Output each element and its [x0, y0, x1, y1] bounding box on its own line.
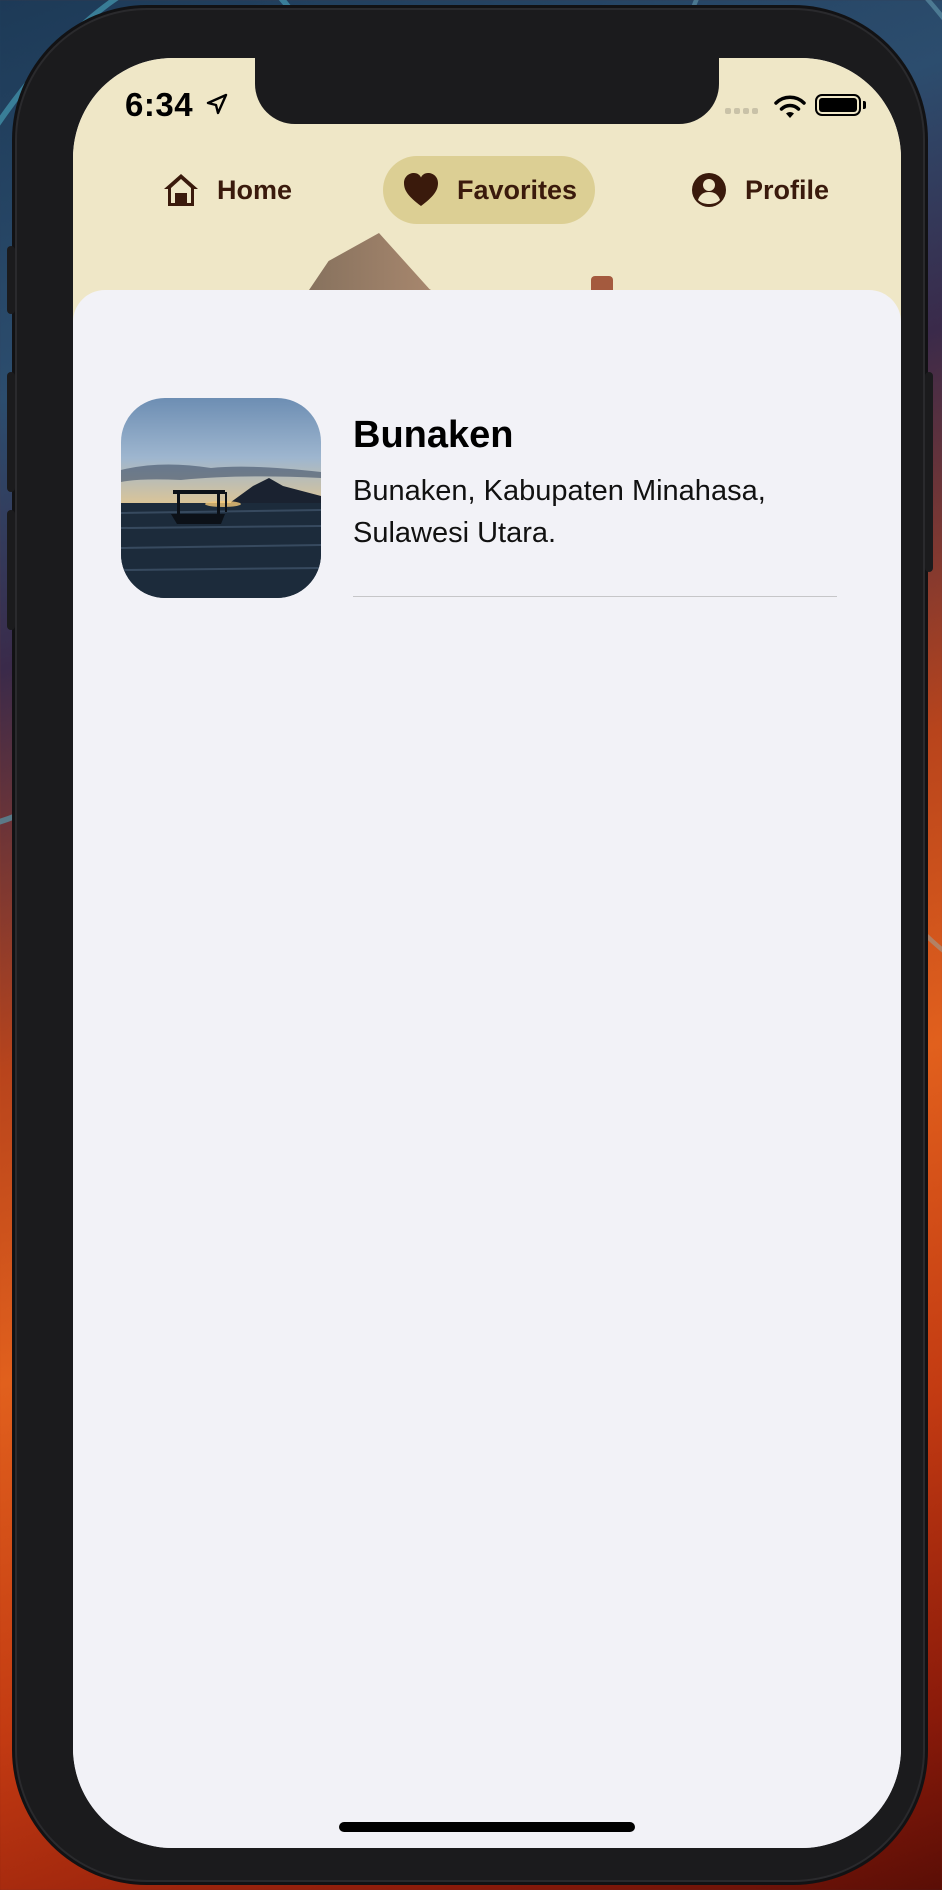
battery-tip: [863, 101, 866, 109]
tab-profile-label: Profile: [745, 174, 830, 205]
tab-home-label: Home: [217, 174, 293, 205]
tab-home[interactable]: Home: [145, 156, 308, 224]
cellular-signal-icon: [725, 108, 758, 114]
power-button: [925, 372, 933, 572]
volume-up-button: [7, 372, 15, 492]
place-thumbnail: [121, 398, 321, 598]
person-circle-icon: [692, 173, 726, 207]
phone-frame: 6:34 Home Favorites Profile Bunaken Buna…: [7, 10, 933, 1880]
house-icon: [164, 174, 198, 206]
battery-icon: [815, 94, 861, 116]
device-notch: [255, 58, 719, 124]
status-time: 6:34: [125, 86, 194, 123]
heart-icon: [404, 173, 438, 206]
tab-favorites-label: Favorites: [457, 174, 578, 205]
list-item[interactable]: Bunaken Bunaken, Kabupaten Minahasa, Sul…: [121, 398, 853, 598]
location-arrow-icon: [206, 93, 228, 115]
place-title: Bunaken: [353, 414, 514, 456]
place-location: Bunaken, Kabupaten Minahasa, Sulawesi Ut…: [353, 475, 766, 549]
list-divider: [353, 596, 837, 597]
wifi-icon: [774, 95, 806, 118]
sunset-boat-image: [121, 464, 321, 598]
favorites-list: Bunaken Bunaken, Kabupaten Minahasa, Sul…: [73, 290, 901, 1848]
mute-switch: [7, 246, 15, 314]
top-tab-bar: Home Favorites Profile: [73, 156, 901, 228]
tab-favorites[interactable]: Favorites: [383, 156, 596, 224]
phone-screen: 6:34 Home Favorites Profile Bunaken Buna…: [73, 58, 901, 1848]
home-indicator[interactable]: [339, 1822, 635, 1832]
tab-profile[interactable]: Profile: [673, 156, 845, 224]
volume-down-button: [7, 510, 15, 630]
